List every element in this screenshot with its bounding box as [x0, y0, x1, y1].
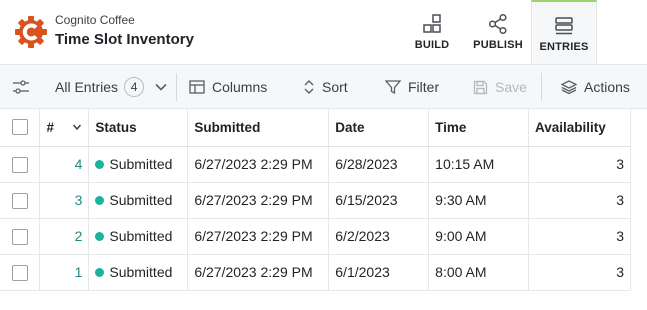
table-header-row: # Status Submitted Date Time Availabilit… [0, 109, 631, 147]
toolbar-divider [541, 73, 542, 101]
view-settings-button[interactable] [11, 65, 31, 109]
row-select-cell [0, 182, 41, 219]
entry-date: 6/28/2023 [328, 146, 430, 183]
view-selector[interactable]: All Entries 4 [55, 65, 168, 109]
entry-status: Submitted [88, 182, 189, 219]
filter-icon [385, 80, 401, 95]
entry-time: 9:00 AM [428, 218, 530, 255]
form-title: Time Slot Inventory [55, 31, 194, 48]
entry-date: 6/1/2023 [328, 254, 430, 291]
entry-count-badge: 4 [124, 77, 145, 97]
entry-status-label: Submitted [109, 156, 173, 172]
column-header-status[interactable]: Status [88, 109, 189, 147]
actions-button[interactable]: Actions [561, 65, 630, 109]
entries-table: # Status Submitted Date Time Availabilit… [0, 109, 631, 291]
entry-availability: 3 [528, 146, 631, 183]
columns-label: Columns [212, 79, 268, 95]
column-header-availability[interactable]: Availability [528, 109, 631, 147]
sort-label: Sort [322, 79, 348, 95]
row-select-cell [0, 146, 41, 183]
sort-icon [304, 80, 314, 94]
toolbar-divider [176, 73, 177, 101]
entry-availability: 3 [528, 218, 631, 255]
entry-status: Submitted [88, 218, 189, 255]
select-all-checkbox[interactable] [11, 119, 28, 136]
row-checkbox[interactable] [11, 156, 28, 173]
columns-button[interactable]: Columns [189, 65, 267, 109]
sort-descending-icon [73, 124, 82, 131]
entries-icon [555, 17, 573, 35]
entry-date: 6/2/2023 [328, 218, 430, 255]
select-all-cell [0, 109, 41, 147]
column-header-submitted[interactable]: Submitted [187, 109, 330, 147]
table-row[interactable]: 1 Submitted 6/27/2023 2:29 PM 6/1/2023 8… [0, 254, 631, 291]
entry-status-label: Submitted [109, 264, 173, 280]
entry-date: 6/15/2023 [328, 182, 430, 219]
entry-time: 8:00 AM [428, 254, 530, 291]
row-checkbox[interactable] [11, 264, 28, 281]
entry-submitted: 6/27/2023 2:29 PM [187, 146, 330, 183]
row-checkbox[interactable] [11, 228, 28, 245]
status-dot [95, 159, 105, 169]
share-icon [488, 13, 507, 35]
app-header: Cognito Coffee Time Slot Inventory BUILD… [0, 0, 647, 65]
tab-publish-label: PUBLISH [473, 39, 523, 51]
column-header-number[interactable]: # [39, 109, 90, 147]
status-dot [95, 195, 105, 205]
layers-icon [561, 80, 577, 95]
filter-label: Filter [408, 79, 440, 95]
entry-number[interactable]: 1 [39, 254, 90, 291]
sort-button[interactable]: Sort [303, 65, 348, 109]
entry-status-label: Submitted [109, 228, 173, 244]
chevron-down-icon [155, 83, 167, 91]
entry-submitted: 6/27/2023 2:29 PM [187, 254, 330, 291]
tab-build-label: BUILD [414, 39, 450, 51]
entry-availability: 3 [528, 182, 631, 219]
entry-number[interactable]: 3 [39, 182, 90, 219]
entry-number[interactable]: 4 [39, 146, 90, 183]
entry-availability: 3 [528, 254, 631, 291]
tab-publish[interactable]: PUBLISH [467, 0, 529, 64]
row-checkbox[interactable] [11, 192, 28, 209]
organization-name: Cognito Coffee [55, 13, 135, 27]
status-dot [95, 231, 105, 241]
entry-status: Submitted [88, 146, 189, 183]
table-row[interactable]: 4 Submitted 6/27/2023 2:29 PM 6/28/2023 … [0, 146, 631, 183]
cognito-logo-icon [15, 16, 47, 48]
save-button[interactable]: Save [473, 65, 527, 109]
sliders-icon [13, 80, 29, 94]
entry-submitted: 6/27/2023 2:29 PM [187, 182, 330, 219]
save-icon [473, 80, 488, 94]
build-icon [423, 14, 441, 33]
column-header-time[interactable]: Time [428, 109, 530, 147]
row-select-cell [0, 254, 41, 291]
entry-number[interactable]: 2 [39, 218, 90, 255]
entry-submitted: 6/27/2023 2:29 PM [187, 218, 330, 255]
table-row[interactable]: 2 Submitted 6/27/2023 2:29 PM 6/2/2023 9… [0, 218, 631, 255]
entry-time: 9:30 AM [428, 182, 530, 219]
entry-time: 10:15 AM [428, 146, 530, 183]
row-select-cell [0, 218, 41, 255]
entry-status-label: Submitted [109, 192, 173, 208]
tab-entries-label: ENTRIES [539, 41, 589, 53]
save-label: Save [495, 79, 527, 95]
entry-status: Submitted [88, 254, 189, 291]
actions-label: Actions [584, 79, 630, 95]
table-row[interactable]: 3 Submitted 6/27/2023 2:29 PM 6/15/2023 … [0, 182, 631, 219]
filter-button[interactable]: Filter [385, 65, 439, 109]
column-header-number-label: # [46, 119, 54, 135]
tab-entries[interactable]: ENTRIES [531, 0, 597, 65]
view-selector-label: All Entries [55, 79, 119, 95]
entries-toolbar: All Entries 4 Columns Sort Filter Save A… [0, 64, 647, 109]
tab-build[interactable]: BUILD [404, 0, 460, 64]
column-header-date[interactable]: Date [328, 109, 430, 147]
columns-icon [189, 80, 205, 94]
status-dot [95, 267, 105, 277]
